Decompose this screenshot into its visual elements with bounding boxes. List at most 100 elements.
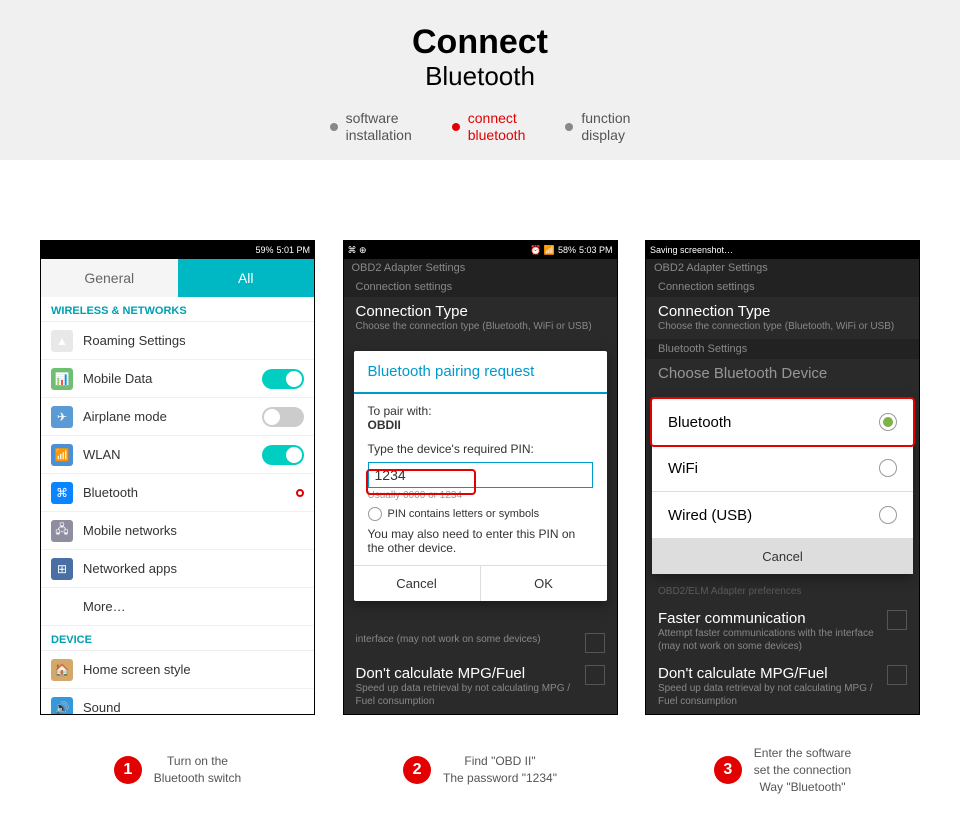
connection-dialog: Bluetooth WiFi Wired (USB) Cancel (652, 399, 913, 574)
tab-all[interactable]: All (178, 259, 315, 297)
clock: 5:01 PM (276, 245, 310, 255)
row-mpg[interactable]: Don't calculate MPG/FuelSpeed up data re… (646, 659, 919, 714)
radio-icon (879, 506, 897, 524)
pin-hint: Usually 0000 or 1234 (368, 490, 593, 501)
panel-2: ⌘ ⊕⏰ 📶58%5:03 PM OBD2 Adapter Settings C… (343, 240, 618, 715)
row-label: Roaming Settings (83, 333, 186, 348)
cancel-button[interactable]: Cancel (354, 566, 480, 601)
status-left: ⌘ ⊕ (348, 245, 367, 256)
dot-icon (452, 123, 460, 131)
roaming-icon: ▲ (51, 330, 73, 352)
row-airplane[interactable]: ✈ Airplane mode (41, 398, 314, 436)
dialog-body: To pair with: OBDII Type the device's re… (354, 394, 607, 565)
option-label: WiFi (668, 460, 698, 477)
option-bluetooth[interactable]: Bluetooth (650, 397, 915, 447)
cancel-button[interactable]: Cancel (652, 539, 913, 574)
checkbox[interactable] (585, 633, 605, 653)
connection-type-title: Connection Type (344, 297, 617, 320)
row-title: Faster communication (658, 610, 887, 627)
row-mpg[interactable]: Don't calculate MPG/FuelSpeed up data re… (344, 659, 617, 714)
checkbox[interactable] (585, 665, 605, 685)
phone-screenshot-2: ⌘ ⊕⏰ 📶58%5:03 PM OBD2 Adapter Settings C… (343, 240, 618, 715)
mobile-data-icon: 📊 (51, 368, 73, 390)
row-wlan[interactable]: 📶 WLAN (41, 436, 314, 474)
saving-toast: Saving screenshot… (650, 245, 733, 255)
caption-2: 2Find "OBD II"The password "1234" (343, 745, 618, 795)
screen-title: OBD2 Adapter Settings (646, 259, 919, 277)
tab-general[interactable]: General (41, 259, 178, 297)
toggle-off[interactable] (262, 407, 304, 427)
sub-label: Attempt faster communications with the i… (658, 627, 887, 653)
row-label: Airplane mode (83, 409, 167, 424)
row-label: Mobile Data (83, 371, 152, 386)
sub-label: Speed up data retrieval by not calculati… (356, 682, 585, 708)
network-icon: 🖧 (51, 520, 73, 542)
option-wifi[interactable]: WiFi (652, 445, 913, 492)
phone-screenshot-3: Saving screenshot… OBD2 Adapter Settings… (645, 240, 920, 715)
step-number: 2 (403, 756, 431, 784)
row-mobile-networks[interactable]: 🖧 Mobile networks (41, 512, 314, 550)
panel-3: Saving screenshot… OBD2 Adapter Settings… (645, 240, 920, 715)
page-title: Connect (0, 25, 960, 59)
section-wireless: WIRELESS & NETWORKS (41, 297, 314, 322)
breadcrumb-item: functiondisplay (565, 110, 630, 144)
sub-label: interface (may not work on some devices) (356, 633, 585, 646)
checkbox[interactable] (887, 610, 907, 630)
bluetooth-icon: ⌘ (51, 482, 73, 504)
panels: 59%5:01 PM General All WIRELESS & NETWOR… (0, 160, 960, 735)
home-icon: 🏠 (51, 659, 73, 681)
row-label: Sound (83, 700, 121, 715)
row-label: WLAN (83, 447, 121, 462)
breadcrumb-label: softwareinstallation (346, 110, 412, 144)
sound-icon: 🔊 (51, 697, 73, 716)
row-mobile-data[interactable]: 📊 Mobile Data (41, 360, 314, 398)
ok-button[interactable]: OK (480, 566, 607, 601)
airplane-icon: ✈ (51, 406, 73, 428)
tabs: General All (41, 259, 314, 297)
header: Connect Bluetooth softwareinstallation c… (0, 0, 960, 160)
caption-text: Enter the softwareset the connectionWay … (754, 745, 851, 795)
phone-screenshot-1: 59%5:01 PM General All WIRELESS & NETWOR… (40, 240, 315, 715)
row-roaming[interactable]: ▲ Roaming Settings (41, 322, 314, 360)
row-label: Mobile networks (83, 523, 177, 538)
caption-text: Turn on theBluetooth switch (154, 753, 241, 787)
pair-device: OBDII (368, 418, 401, 432)
pin-letters-checkbox[interactable]: PIN contains letters or symbols (368, 507, 593, 521)
checkbox[interactable] (887, 665, 907, 685)
battery-pct: 59% (255, 245, 273, 255)
row-faster-comm[interactable]: Faster communicationAttempt faster commu… (646, 604, 919, 659)
row-home-style[interactable]: 🏠 Home screen style (41, 651, 314, 689)
status-bar: Saving screenshot… (646, 241, 919, 259)
wifi-icon: 📶 (51, 444, 73, 466)
row-networked-apps[interactable]: ⊞Networked apps (41, 550, 314, 588)
row-faster-comm[interactable]: interface (may not work on some devices) (344, 627, 617, 659)
checkbox-label: PIN contains letters or symbols (388, 508, 540, 520)
row-bluetooth[interactable]: ⌘Bluetooth (41, 474, 314, 512)
captions: 1Turn on theBluetooth switch 2Find "OBD … (0, 735, 960, 805)
toggle-on[interactable] (262, 369, 304, 389)
pin-label: Type the device's required PIN: (368, 442, 593, 456)
toggle-on[interactable] (262, 445, 304, 465)
option-usb[interactable]: Wired (USB) (652, 492, 913, 539)
pin-field-wrap: 1234 (368, 462, 593, 488)
row-label: More… (83, 599, 126, 614)
pin-input[interactable]: 1234 (375, 467, 485, 483)
row-label: Home screen style (83, 662, 191, 677)
pref-label: OBD2/ELM Adapter preferences (646, 585, 919, 604)
breadcrumb-item-active: connectbluetooth (452, 110, 526, 144)
row-title: Don't calculate MPG/Fuel (356, 665, 585, 682)
dot-icon (330, 123, 338, 131)
status-bar: ⌘ ⊕⏰ 📶58%5:03 PM (344, 241, 617, 259)
section-connection: Connection settings (344, 277, 617, 297)
dialog-title: Bluetooth pairing request (354, 351, 607, 394)
row-more[interactable]: More… (41, 588, 314, 626)
breadcrumb-item: softwareinstallation (330, 110, 412, 144)
dialog-buttons: Cancel OK (354, 565, 607, 601)
row-sound[interactable]: 🔊 Sound (41, 689, 314, 715)
step-number: 3 (714, 756, 742, 784)
connection-type-title: Connection Type (646, 297, 919, 320)
option-label: Wired (USB) (668, 507, 752, 524)
screen-title: OBD2 Adapter Settings (344, 259, 617, 277)
connection-type-sub: Choose the connection type (Bluetooth, W… (344, 320, 617, 339)
breadcrumb-label: connectbluetooth (468, 110, 526, 144)
